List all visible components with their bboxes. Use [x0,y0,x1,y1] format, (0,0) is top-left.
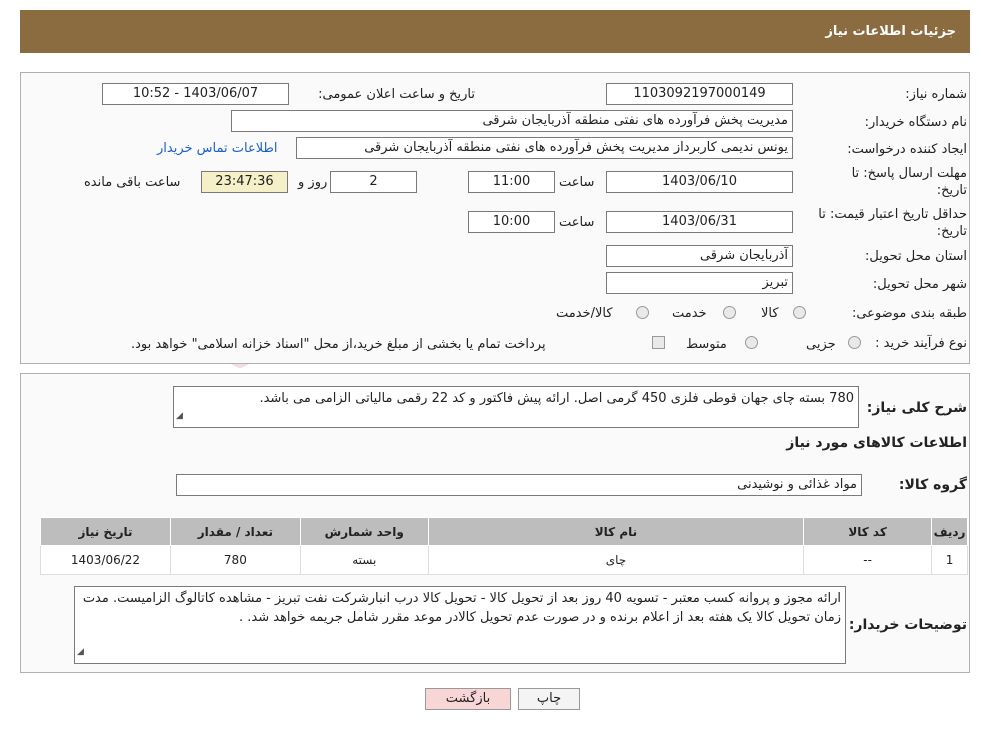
deadline-label-line2: تاریخ: [936,183,967,198]
resize-grip-icon: ◢ [77,647,84,657]
deadline-date-field: 1403/06/10 [606,171,793,193]
print-button[interactable]: چاپ [518,688,580,710]
category-goods-service-label: کالا/خدمت [556,306,613,321]
col-date-header: تاریخ نیاز [40,517,171,546]
validity-date-field: 1403/06/31 [606,211,793,233]
col-row-header: ردیف [931,517,968,546]
cell-name: چای [427,545,805,575]
cell-row: 1 [931,545,968,575]
col-name-header: نام کالا [427,517,805,546]
goods-group-field: مواد غذائی و نوشیدنی [176,474,862,496]
requester-label: ایجاد کننده درخواست: [847,142,967,157]
remaining-time-field: 23:47:36 [201,171,288,193]
payment-checkbox[interactable] [652,336,665,349]
col-code-header: کد کالا [803,517,933,546]
category-goods-radio[interactable] [793,306,806,319]
remaining-label: ساعت باقی مانده [84,175,181,190]
buyer-org-field: مدیریت پخش فرآورده های نفتی منطقه آذربای… [231,110,793,132]
need-number-field: 1103092197000149 [606,83,793,105]
buyer-contact-link[interactable]: اطلاعات تماس خریدار [157,141,277,156]
summary-textarea: 780 بسته چای جهان قوطی فلزی 450 گرمی اصل… [173,386,859,428]
process-medium-label: متوسط [686,337,727,352]
goods-section-title: اطلاعات کالاهای مورد نیاز [786,435,967,451]
cell-unit: بسته [299,545,429,575]
category-label: طبقه بندی موضوعی: [851,306,967,321]
validity-time-label: ساعت [559,215,595,230]
cell-qty: 780 [169,545,301,575]
days-field: 2 [330,171,417,193]
process-minor-radio[interactable] [848,336,861,349]
announce-field: 1403/06/07 - 10:52 [102,83,289,105]
goods-table: ردیف کد کالا نام کالا واحد شمارش تعداد /… [40,517,968,575]
resize-grip-icon: ◢ [176,411,183,421]
province-field: آذربایجان شرقی [606,245,793,267]
category-goods-service-radio[interactable] [636,306,649,319]
deadline-time-label: ساعت [559,175,595,190]
need-number-label: شماره نیاز: [905,87,967,102]
validity-label-line2: تاریخ: [936,224,967,239]
buyer-notes-text: ارائه مجوز و پروانه کسب معتبر - تسویه 40… [82,591,841,625]
category-goods-label: کالا [761,306,779,321]
province-label: استان محل تحویل: [865,249,967,264]
buyer-notes-label: توضیحات خریدار: [848,617,967,633]
cell-date: 1403/06/22 [40,545,171,575]
category-service-radio[interactable] [723,306,736,319]
table-row: 1 -- چای بسته 780 1403/06/22 [40,545,968,575]
summary-label: شرح کلی نیاز: [866,400,967,416]
buyer-org-label: نام دستگاه خریدار: [864,115,967,130]
days-label: روز و [298,175,328,190]
cell-code: -- [803,545,933,575]
buyer-notes-textarea: ارائه مجوز و پروانه کسب معتبر - تسویه 40… [74,586,846,664]
deadline-label-line1: مهلت ارسال پاسخ: تا [851,166,967,181]
requester-field: یونس ندیمی کاربرداز مدیریت پخش فرآورده ه… [296,137,793,159]
summary-text: 780 بسته چای جهان قوطی فلزی 450 گرمی اصل… [259,391,854,406]
page-title: جزئیات اطلاعات نیاز [20,10,970,53]
category-service-label: خدمت [672,306,707,321]
validity-time-field: 10:00 [468,211,555,233]
deadline-time-field: 11:00 [468,171,555,193]
city-label: شهر محل تحویل: [872,277,967,292]
payment-note: پرداخت تمام یا بخشی از مبلغ خرید،از محل … [131,337,546,352]
back-button[interactable]: بازگشت [425,688,511,710]
col-unit-header: واحد شمارش [299,517,429,546]
process-medium-radio[interactable] [745,336,758,349]
goods-table-header: ردیف کد کالا نام کالا واحد شمارش تعداد /… [40,517,968,546]
process-label: نوع فرآیند خرید : [875,336,967,351]
col-qty-header: تعداد / مقدار [169,517,301,546]
announce-label: تاریخ و ساعت اعلان عمومی: [318,87,475,102]
validity-label-line1: حداقل تاریخ اعتبار قیمت: تا [818,207,967,222]
process-minor-label: جزیی [806,337,836,352]
goods-group-label: گروه کالا: [898,477,967,493]
city-field: تبریز [606,272,793,294]
